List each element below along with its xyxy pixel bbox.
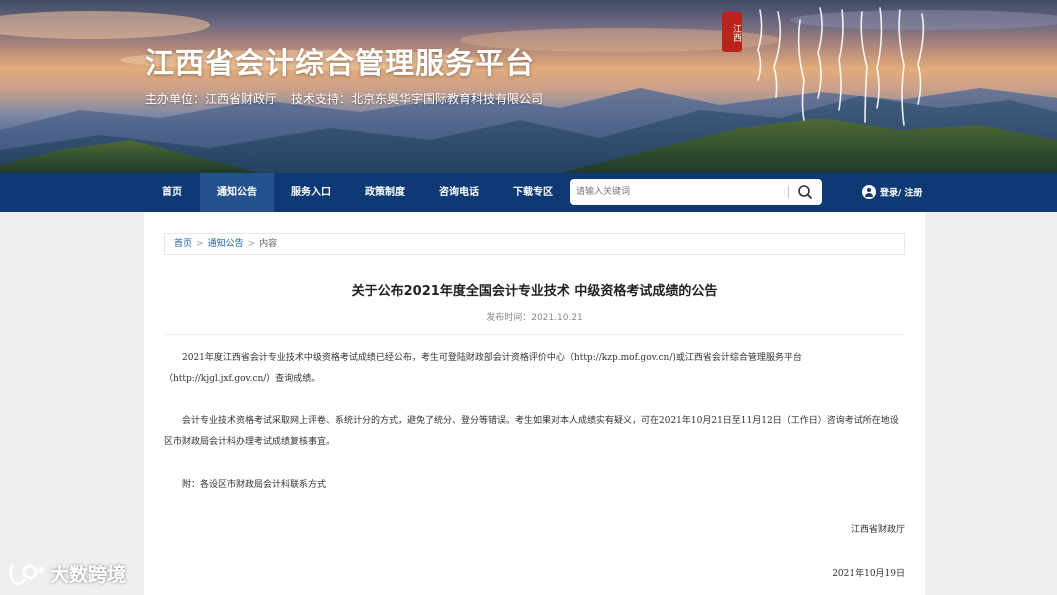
breadcrumb-notices[interactable]: 通知公告 [208, 239, 244, 249]
search-box [570, 179, 822, 205]
attachment-link[interactable]: 附：各设区市财政局会计科联系方式 [164, 475, 905, 496]
breadcrumb-home[interactable]: 首页 [174, 239, 192, 249]
login-label: 登录/ 注册 [880, 188, 923, 199]
article-paragraph: 会计专业技术资格考试采取网上评卷、系统计分的方式，避免了统分、登分等错误。考生如… [164, 416, 899, 447]
signature: 江西省财政厅 [850, 525, 905, 535]
tech-support-text: 技术支持：北京东奥华宇国际教育科技有限公司 [291, 92, 544, 106]
nav-item-notices[interactable]: 通知公告 [200, 173, 274, 212]
nav-item-downloads[interactable]: 下载专区 [496, 173, 570, 212]
article-paragraph: 2021年度江西省会计专业技术中级资格考试成绩已经公布，考生可登陆财政部会计资格… [164, 353, 802, 384]
site-subtitle: 主办单位：江西省财政厅 技术支持：北京东奥华宇国际教育科技有限公司 [145, 90, 543, 107]
nav-item-hotline[interactable]: 咨询电话 [422, 173, 496, 212]
breadcrumb-current: 内容 [259, 239, 278, 249]
search-divider [788, 186, 789, 198]
mountain-landscape [0, 7, 1057, 173]
sponsor-text: 主办单位：江西省财政厅 [145, 92, 278, 106]
content-panel [144, 212, 925, 595]
nav-item-service-entry[interactable]: 服务入口 [274, 173, 348, 212]
signature-date: 2021年10月19日 [832, 569, 905, 579]
publish-date: 发布时间：2021.10.21 [486, 313, 583, 323]
login-register-link[interactable]: 登录/ 注册 [862, 185, 922, 201]
nav-item-home[interactable]: 首页 [145, 173, 199, 212]
nav-item-policy[interactable]: 政策制度 [348, 173, 422, 212]
seal-stamp-icon: 江西 [722, 12, 742, 52]
watermark: 大数跨境 [8, 560, 126, 590]
site-title: 江西省会计综合管理服务平台 [145, 46, 536, 80]
search-input[interactable] [576, 179, 781, 205]
header-banner: 江西 江西省会计综合管理服务平台 主办单位：江西省财政厅 技术支持：北京东奥华宇国… [0, 0, 1057, 173]
watermark-logo-icon [9, 564, 44, 585]
watermark-text: 大数跨境 [50, 564, 127, 586]
breadcrumb-separator: > [196, 239, 204, 249]
breadcrumb-separator: > [247, 239, 256, 249]
user-icon [862, 185, 876, 199]
article-title: 关于公布2021年度全国会计专业技术 中级资格考试成绩的公告 [351, 284, 718, 299]
title-divider [164, 334, 905, 335]
search-icon[interactable] [796, 183, 814, 201]
breadcrumb: 首页 > 通知公告 > 内容 [164, 233, 905, 255]
